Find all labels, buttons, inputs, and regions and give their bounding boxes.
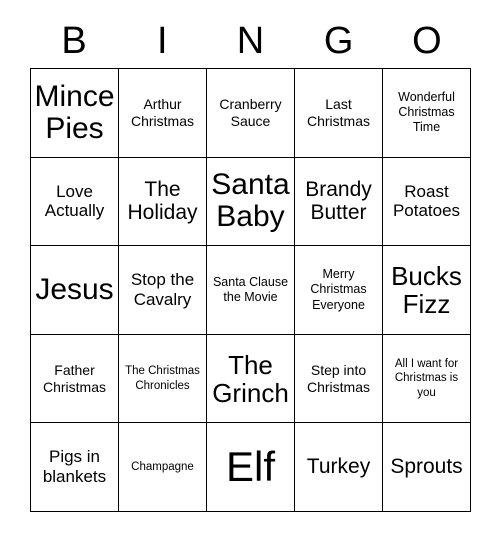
- bingo-cell-label: Turkey: [306, 455, 371, 479]
- bingo-cell-label: Merry Christmas Everyone: [310, 267, 367, 312]
- bingo-cell-label: Elf: [225, 443, 275, 491]
- bingo-cell-label: All I want for Christmas is you: [394, 358, 459, 399]
- bingo-card: B I N G O Mince Pies Arthur Christmas Cr…: [30, 14, 471, 514]
- bingo-header-row: B I N G O: [30, 14, 471, 68]
- bingo-cell-label: The Holiday: [127, 177, 198, 225]
- bingo-cell[interactable]: Roast Potatoes: [383, 157, 471, 247]
- bingo-cell[interactable]: Stop the Cavalry: [119, 246, 207, 335]
- bingo-cell[interactable]: Jesus: [31, 246, 119, 335]
- bingo-cell[interactable]: Wonderful Christmas Time: [383, 69, 471, 158]
- bingo-cell-label: Santa Clause the Movie: [212, 274, 289, 304]
- bingo-cell[interactable]: Bucks Fizz: [383, 246, 471, 335]
- bingo-cell[interactable]: Santa Clause the Movie: [207, 246, 295, 335]
- bingo-cell[interactable]: Merry Christmas Everyone: [295, 246, 383, 335]
- bingo-cell[interactable]: Elf: [207, 423, 295, 512]
- bingo-cell-label: Love Actually: [44, 181, 105, 221]
- bingo-cell[interactable]: The Christmas Chronicles: [119, 334, 207, 424]
- bingo-header-letter-g: G: [323, 20, 354, 62]
- bingo-cell[interactable]: Last Christmas: [295, 69, 383, 158]
- bingo-cell[interactable]: Champagne: [119, 423, 207, 512]
- bingo-cell[interactable]: All I want for Christmas is you: [383, 334, 471, 424]
- bingo-cell[interactable]: The Grinch: [207, 334, 295, 424]
- bingo-cell[interactable]: Turkey: [295, 423, 383, 512]
- bingo-cell-label: Bucks Fizz: [391, 260, 462, 319]
- bingo-header-letter-b: B: [61, 20, 87, 62]
- bingo-cell[interactable]: Brandy Butter: [295, 157, 383, 247]
- bingo-grid: Mince Pies Arthur Christmas Cranberry Sa…: [30, 68, 471, 512]
- bingo-header-letter-i: I: [157, 20, 168, 62]
- bingo-cell-label: Brandy Butter: [305, 177, 372, 225]
- bingo-cell-label: Father Christmas: [42, 361, 106, 395]
- bingo-cell-label: Santa Baby: [211, 168, 290, 234]
- bingo-cell[interactable]: Santa Baby: [207, 157, 295, 247]
- bingo-cell-label: Mince Pies: [34, 79, 115, 145]
- bingo-header-letter-o: O: [412, 20, 442, 62]
- bingo-cell-label: Cranberry Sauce: [219, 96, 282, 129]
- bingo-cell[interactable]: The Holiday: [119, 157, 207, 247]
- bingo-cell[interactable]: Love Actually: [31, 157, 119, 247]
- bingo-cell[interactable]: Arthur Christmas: [119, 69, 207, 158]
- bingo-cell-label: Last Christmas: [306, 96, 370, 129]
- bingo-cell-label: Roast Potatoes: [392, 181, 461, 221]
- bingo-cell-label: Sprouts: [390, 455, 463, 479]
- bingo-header-letter-n: N: [236, 20, 265, 62]
- bingo-cell[interactable]: Father Christmas: [31, 334, 119, 424]
- bingo-cell-label: The Grinch: [212, 349, 289, 408]
- bingo-cell-label: Jesus: [35, 272, 114, 306]
- bingo-cell[interactable]: Sprouts: [383, 423, 471, 512]
- bingo-cell[interactable]: Cranberry Sauce: [207, 69, 295, 158]
- bingo-cell[interactable]: Step into Christmas: [295, 334, 383, 424]
- bingo-cell-label: Pigs in blankets: [42, 447, 107, 487]
- bingo-cell-label: Arthur Christmas: [130, 96, 194, 129]
- bingo-cell-label: Stop the Cavalry: [130, 270, 195, 309]
- bingo-cell-label: The Christmas Chronicles: [125, 365, 200, 392]
- bingo-cell-label: Step into Christmas: [306, 361, 370, 395]
- bingo-cell[interactable]: Pigs in blankets: [31, 423, 119, 512]
- bingo-cell-label: Champagne: [131, 460, 194, 473]
- bingo-cell[interactable]: Mince Pies: [31, 69, 119, 158]
- bingo-cell-label: Wonderful Christmas Time: [398, 89, 455, 135]
